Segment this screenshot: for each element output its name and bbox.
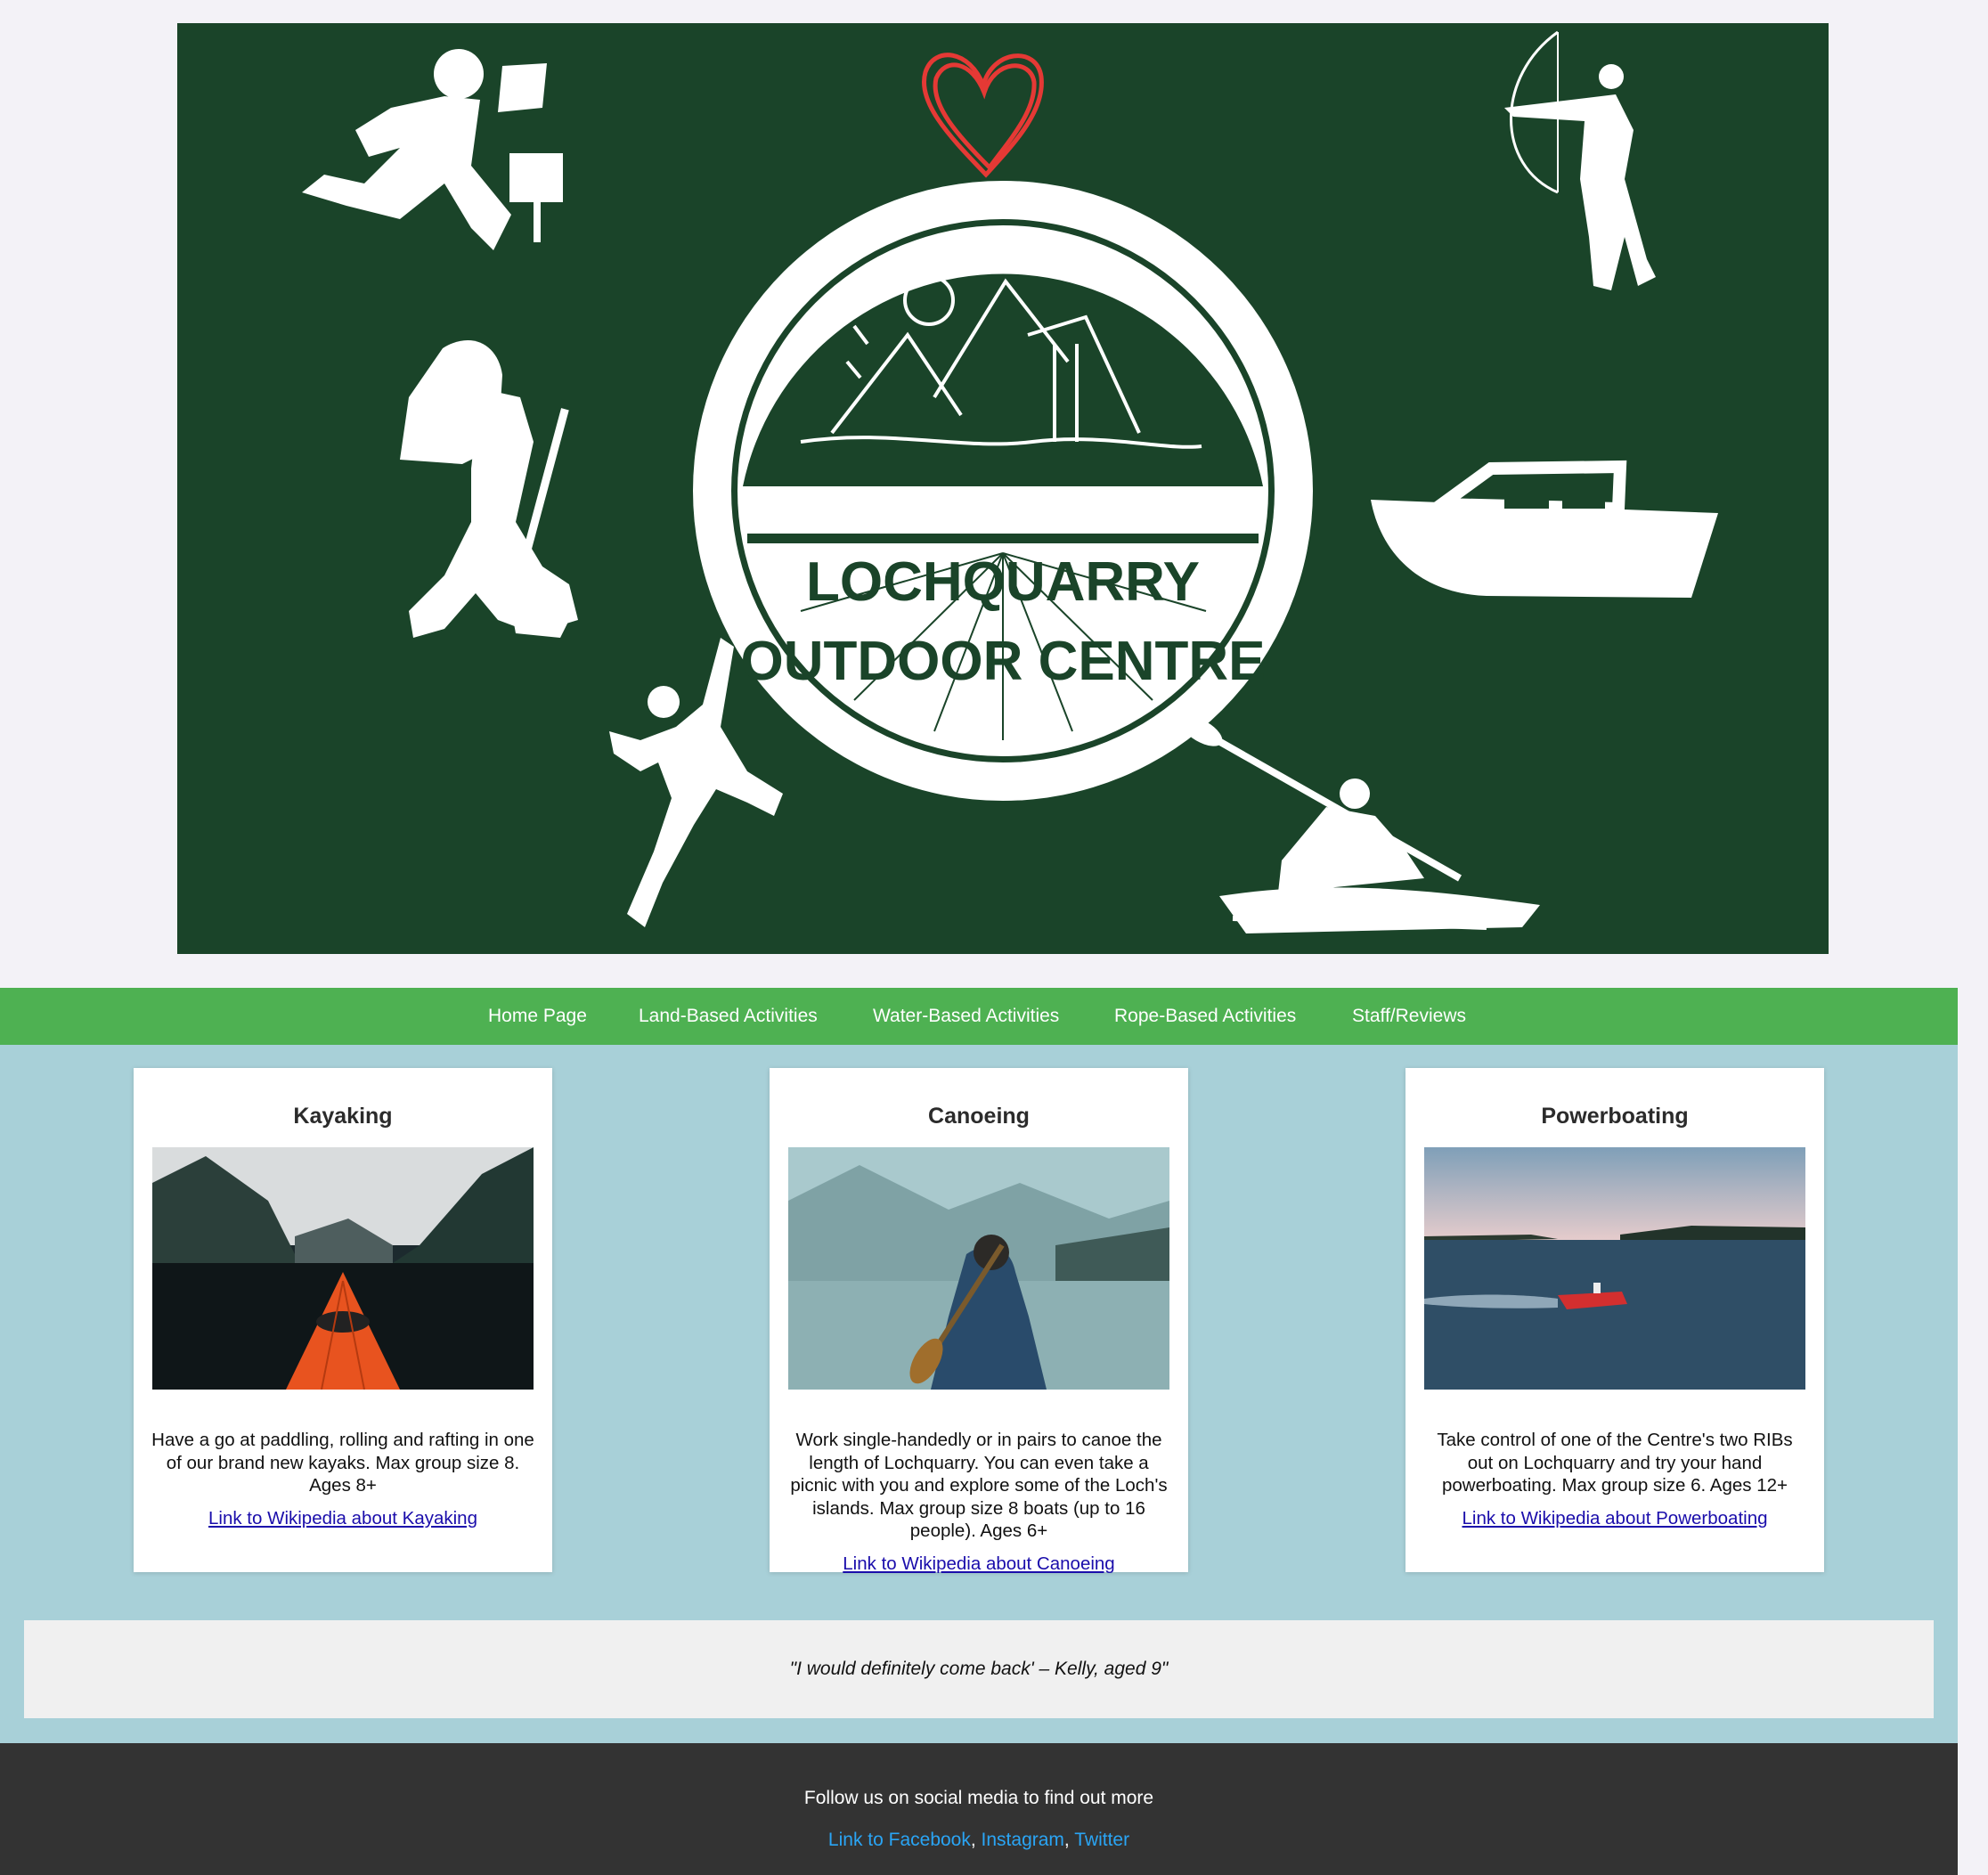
wikipedia-link-canoeing[interactable]: Link to Wikipedia about Canoeing	[787, 1553, 1170, 1576]
card-body: Take control of one of the Centre's two …	[1423, 1429, 1806, 1529]
nav-land-based-activities[interactable]: Land-Based Activities	[639, 988, 818, 1045]
card-body: Work single-handedly or in pairs to cano…	[787, 1429, 1170, 1575]
card-description: Take control of one of the Centre's two …	[1437, 1430, 1793, 1496]
activity-card-kayaking: Kayaking Have a go at paddling, rolling …	[134, 1068, 552, 1572]
wikipedia-link-powerboating[interactable]: Link to Wikipedia about Powerboating	[1423, 1507, 1806, 1530]
card-title: Kayaking	[293, 1104, 393, 1129]
canoeing-photo	[788, 1147, 1169, 1390]
footer-text: Follow us on social media to find out mo…	[803, 1788, 1154, 1808]
separator: ,	[970, 1830, 976, 1850]
separator: ,	[1063, 1830, 1070, 1850]
logo: LOCHQUARRY OUTDOOR CENTRE	[693, 181, 1313, 801]
twitter-link[interactable]: Twitter	[1074, 1830, 1129, 1850]
nav-rope-based-activities[interactable]: Rope-Based Activities	[1114, 988, 1296, 1045]
facebook-link[interactable]: Link to Facebook	[828, 1830, 971, 1850]
footer: Follow us on social media to find out mo…	[0, 1743, 1958, 1875]
powerboating-photo	[1424, 1147, 1805, 1390]
card-description: Work single-handedly or in pairs to cano…	[790, 1430, 1168, 1541]
card-body: Have a go at paddling, rolling and rafti…	[151, 1429, 534, 1529]
nav-water-based-activities[interactable]: Water-Based Activities	[873, 988, 1059, 1045]
orienteering-runner-icon	[302, 49, 563, 250]
hiker-icon	[400, 340, 578, 638]
review-quote: "I would definitely come back' – Kelly, …	[789, 1659, 1169, 1679]
review-box: "I would definitely come back' – Kelly, …	[24, 1620, 1934, 1718]
logo-line2: OUTDOOR CENTRE	[741, 631, 1266, 692]
card-description: Have a go at paddling, rolling and rafti…	[151, 1430, 534, 1496]
heart-icon	[922, 53, 1044, 178]
wikipedia-link-kayaking[interactable]: Link to Wikipedia about Kayaking	[151, 1507, 534, 1530]
activity-card-canoeing: Canoeing Work single-handedly or in pair…	[770, 1068, 1188, 1575]
archer-icon	[1504, 30, 1656, 290]
powerboat-icon	[1371, 460, 1718, 598]
instagram-link[interactable]: Instagram	[982, 1830, 1064, 1850]
card-title: Canoeing	[928, 1104, 1030, 1129]
card-title: Powerboating	[1541, 1104, 1689, 1129]
banner: LOCHQUARRY OUTDOOR CENTRE	[177, 23, 1829, 954]
main-nav: Home Page Land-Based Activities Water-Ba…	[0, 988, 1958, 1045]
kayaker-icon	[1180, 716, 1540, 933]
nav-home-page[interactable]: Home Page	[488, 988, 587, 1045]
nav-staff-reviews[interactable]: Staff/Reviews	[1352, 988, 1466, 1045]
kayaking-photo	[152, 1147, 534, 1390]
activity-card-powerboating: Powerboating Take control of one of the …	[1405, 1068, 1824, 1572]
social-links: Link to Facebook, Instagram, Twitter	[0, 1830, 1958, 1851]
banner-artwork: LOCHQUARRY OUTDOOR CENTRE	[302, 30, 1718, 933]
logo-line1: LOCHQUARRY	[806, 551, 1200, 613]
